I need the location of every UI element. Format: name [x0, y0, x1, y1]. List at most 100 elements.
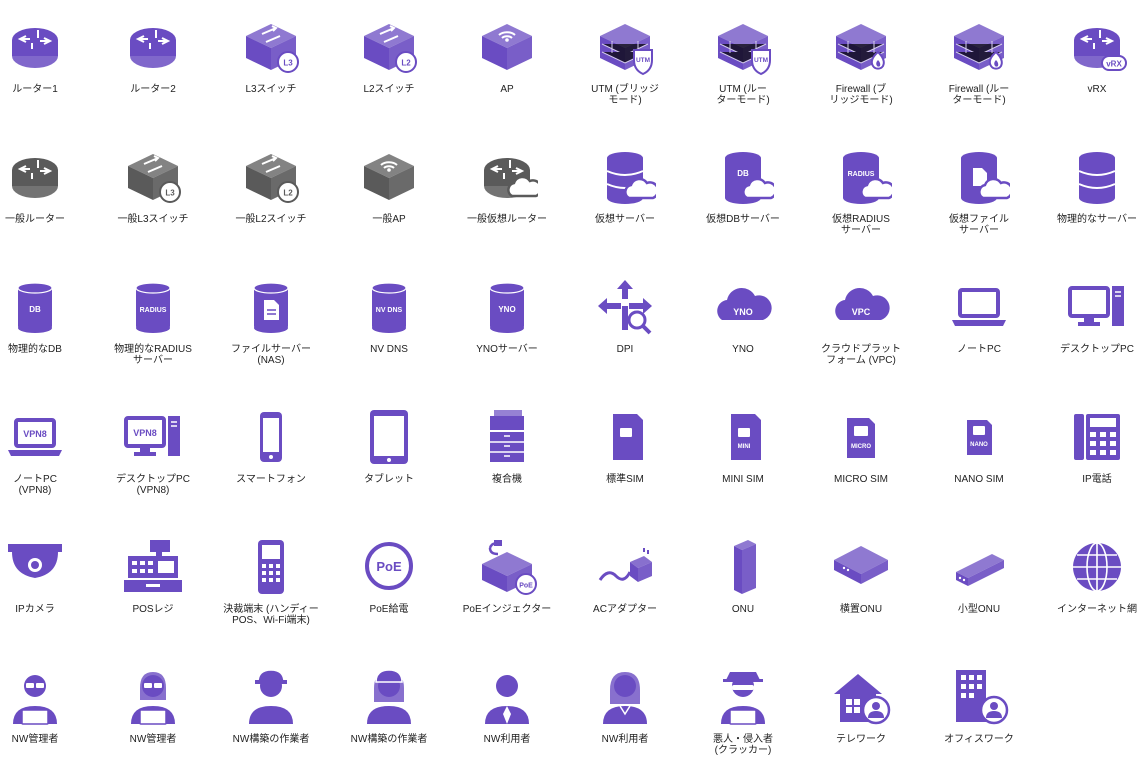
internet-globe-icon [1066, 536, 1128, 598]
icon-tile-vrx-router[interactable]: vRX vRX [1038, 16, 1140, 95]
icon-tile-worker-man[interactable]: NW構築の作業者 [212, 666, 330, 745]
icon-label: 仮想RADIUS サーバー [832, 214, 890, 236]
icon-tile-firewall[interactable]: Firewall (ルー ターモード) [920, 16, 1038, 106]
icon-tile-worker-woman[interactable]: NW構築の作業者 [330, 666, 448, 745]
icon-tile-access-point[interactable]: 一般AP [330, 146, 448, 225]
icon-tile-micro-sim[interactable]: MICRO MICRO SIM [802, 406, 920, 485]
icon-label: YNOサーバー [476, 344, 538, 355]
icon-tile-l3-switch[interactable]: L3 一般L3スイッチ [94, 146, 212, 225]
icon-tile-virtual-file-server[interactable]: 仮想ファイル サーバー [920, 146, 1038, 236]
icon-tile-utm[interactable]: UTM UTM (ルー ターモード) [684, 16, 802, 106]
admin-man-icon [4, 666, 66, 728]
icon-tile-laptop-vpn[interactable]: VPN8 ノートPC (VPN8) [0, 406, 94, 496]
icon-tile-l3-switch[interactable]: L3 L3スイッチ [212, 16, 330, 95]
vpc-cloud-icon: VPC [830, 276, 892, 338]
icon-tile-user-woman[interactable]: NW利用者 [566, 666, 684, 745]
icon-tile-multifunction-printer[interactable]: 複合機 [448, 406, 566, 485]
icon-label: 仮想ファイル サーバー [949, 214, 1009, 236]
svg-text:YNO: YNO [733, 307, 753, 317]
icon-label: ルーター2 [130, 84, 176, 95]
icon-tile-telework[interactable]: テレワーク [802, 666, 920, 745]
svg-text:MINI: MINI [738, 444, 751, 450]
firewall-icon [948, 16, 1010, 78]
icon-label: 複合機 [492, 474, 522, 485]
icon-tile-l2-switch[interactable]: L2 L2スイッチ [330, 16, 448, 95]
l3-switch-icon: L3 [240, 16, 302, 78]
icon-label: NW管理者 [11, 734, 59, 745]
icon-tile-physical-server[interactable]: 物理的なサーバー [1038, 146, 1140, 225]
icon-tile-admin-man[interactable]: NW管理者 [0, 666, 94, 745]
icon-tile-internet-globe[interactable]: インターネット網 [1038, 536, 1140, 615]
icon-tile-virtual-db-server[interactable]: DB 仮想DBサーバー [684, 146, 802, 225]
icon-tile-l2-switch[interactable]: L2 一般L2スイッチ [212, 146, 330, 225]
icon-tile-sim-card[interactable]: 標準SIM [566, 406, 684, 485]
icon-tile-nano-sim[interactable]: NANO NANO SIM [920, 406, 1038, 485]
svg-text:NANO: NANO [970, 442, 988, 448]
desktop-pc-icon [1066, 276, 1128, 338]
firewall-icon [830, 16, 892, 78]
icon-label: NANO SIM [954, 474, 1004, 485]
icon-tile-user-man[interactable]: NW利用者 [448, 666, 566, 745]
icon-tile-utm[interactable]: UTM UTM (ブリッジ モード) [566, 16, 684, 106]
icon-tile-file-server[interactable]: ファイルサーバー (NAS) [212, 276, 330, 366]
icon-label: ONU [731, 604, 755, 615]
icon-tile-onu-small[interactable]: 小型ONU [920, 536, 1038, 615]
sim-card-icon [594, 406, 656, 468]
icon-label: 物理的なDB [8, 344, 62, 355]
icon-label: ノートPC [957, 344, 1001, 355]
mini-sim-icon: MINI [712, 406, 774, 468]
icon-tile-pos-register[interactable]: POSレジ [94, 536, 212, 615]
router-icon [4, 146, 66, 208]
access-point-icon [476, 16, 538, 78]
icon-tile-yno-cloud[interactable]: YNO YNO [684, 276, 802, 355]
laptop-icon [948, 276, 1010, 338]
icon-tile-ip-camera[interactable]: IPカメラ [0, 536, 94, 615]
icon-tile-admin-woman[interactable]: NW管理者 [94, 666, 212, 745]
icon-tile-handheld-terminal[interactable]: 決裁端末 (ハンディー POS、Wi-Fi端末) [212, 536, 330, 626]
office-work-icon [948, 666, 1010, 728]
icon-tile-vpc-cloud[interactable]: VPC クラウドプラット フォーム (VPC) [802, 276, 920, 366]
icon-tile-mini-sim[interactable]: MINI MINI SIM [684, 406, 802, 485]
icon-tile-database[interactable]: DB 物理的なDB [0, 276, 94, 355]
icon-label: NW構築の作業者 [232, 734, 310, 745]
icon-tile-tablet[interactable]: タブレット [330, 406, 448, 485]
icon-tile-cracker[interactable]: 悪人・侵入者 (クラッカー) [684, 666, 802, 756]
icon-tile-router[interactable]: ルーター1 [0, 16, 94, 95]
ip-camera-icon [4, 536, 66, 598]
icon-tile-onu-tower[interactable]: ONU [684, 536, 802, 615]
icon-tile-desktop-pc[interactable]: デスクトップPC [1038, 276, 1140, 355]
dns-server-icon: NV DNS [358, 276, 420, 338]
icon-tile-radius-server[interactable]: RADIUS 物理的なRADIUS サーバー [94, 276, 212, 366]
poe-injector-icon: PoE [476, 536, 538, 598]
cracker-icon [712, 666, 774, 728]
user-man-icon [476, 666, 538, 728]
icon-tile-router[interactable]: ルーター2 [94, 16, 212, 95]
icon-tile-access-point[interactable]: AP [448, 16, 566, 95]
vrx-router-icon: vRX [1066, 16, 1128, 78]
icon-label: POSレジ [132, 604, 174, 615]
icon-tile-yno-server[interactable]: YNO YNOサーバー [448, 276, 566, 355]
icon-tile-laptop[interactable]: ノートPC [920, 276, 1038, 355]
icon-label: 一般L2スイッチ [235, 214, 307, 225]
icon-label: 物理的なRADIUS サーバー [114, 344, 192, 366]
icon-tile-router[interactable]: 一般ルーター [0, 146, 94, 225]
icon-label: 一般L3スイッチ [117, 214, 189, 225]
icon-tile-smartphone[interactable]: スマートフォン [212, 406, 330, 485]
icon-tile-virtual-server[interactable]: 仮想サーバー [566, 146, 684, 225]
icon-tile-virtual-router[interactable]: 一般仮想ルーター [448, 146, 566, 225]
icon-tile-ac-adapter[interactable]: ACアダプター [566, 536, 684, 615]
icon-tile-poe-injector[interactable]: PoE PoEインジェクター [448, 536, 566, 615]
icon-tile-desktop-vpn[interactable]: VPN8 デスクトップPC (VPN8) [94, 406, 212, 496]
icon-tile-dpi[interactable]: DPI [566, 276, 684, 355]
icon-tile-firewall[interactable]: Firewall (ブ リッジモード) [802, 16, 920, 106]
icon-label: NW利用者 [601, 734, 649, 745]
icon-tile-onu-flat[interactable]: 横置ONU [802, 536, 920, 615]
icon-label: MICRO SIM [834, 474, 888, 485]
icon-tile-office-work[interactable]: オフィスワーク [920, 666, 1038, 745]
icon-tile-poe[interactable]: PoE PoE給電 [330, 536, 448, 615]
icon-label: vRX [1087, 84, 1107, 95]
icon-tile-virtual-radius-server[interactable]: RADIUS 仮想RADIUS サーバー [802, 146, 920, 236]
icon-tile-dns-server[interactable]: NV DNS NV DNS [330, 276, 448, 355]
svg-text:VPN8: VPN8 [23, 429, 47, 439]
icon-tile-ip-phone[interactable]: IP電話 [1038, 406, 1140, 485]
